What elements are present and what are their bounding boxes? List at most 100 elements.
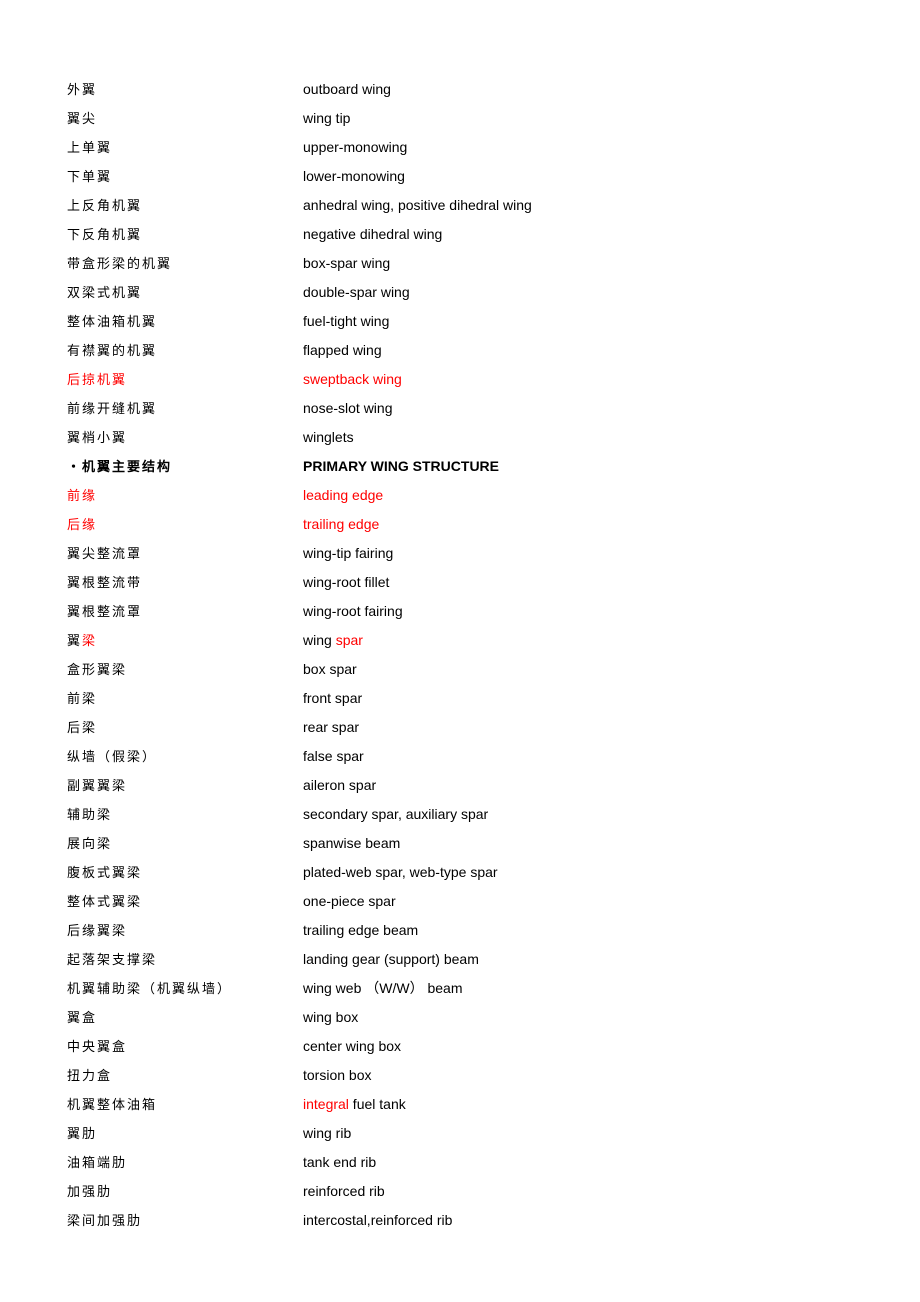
english-term: center wing box [303,1038,401,1054]
english-term: tank end rib [303,1154,376,1170]
glossary-row: 后缘翼梁 trailing edge beam [67,915,867,944]
term-text: landing gear (support) beam [303,950,479,967]
highlighted-text: sweptback wing [303,370,402,387]
english-term: wing-root fairing [303,603,403,619]
term-text: center wing box [303,1037,402,1054]
english-term: wing tip [303,110,350,126]
term-text: 梁间加强肋 [67,1214,143,1229]
english-term: anhedral wing, positive dihedral wing [303,197,532,213]
term-text: upper-monowing [303,138,408,155]
glossary-row: 双梁式机翼 double-spar wing [67,277,867,306]
section-heading-row: ・机翼主要结构 PRIMARY WING STRUCTURE [67,451,867,480]
chinese-term: 前梁 [67,688,303,707]
glossary-row: 纵墙（假梁） false spar [67,741,867,770]
term-text: aileron spar [303,776,377,793]
glossary-row: 有襟翼的机翼 flapped wing [67,335,867,364]
english-term: wing box [303,1009,358,1025]
highlighted-text: 前缘 [67,489,98,504]
chinese-term: 整体式翼梁 [67,891,303,910]
term-text: rear spar [303,718,360,735]
highlighted-text: 梁 [82,634,98,649]
term-text: 机翼整体油箱 [67,1098,158,1113]
glossary-row: 中央翼盒 center wing box [67,1031,867,1060]
glossary-row: 辅助梁 secondary spar, auxiliary spar [67,799,867,828]
term-text: trailing edge beam [303,921,419,938]
term-text: 翼尖整流罩 [67,547,143,562]
english-term: secondary spar, auxiliary spar [303,806,488,822]
term-text: 副翼翼梁 [67,779,128,794]
highlighted-text: integral [303,1095,349,1112]
term-text: fuel tank [348,1095,406,1112]
english-term: sweptback wing [303,371,402,387]
chinese-term: 翼根整流带 [67,572,303,591]
english-term: outboard wing [303,81,391,97]
term-text: outboard wing [303,80,391,97]
english-term: wing rib [303,1125,351,1141]
term-text: anhedral wing, positive dihedral wing [303,196,532,213]
glossary-row: 翼梁 wing spar [67,625,867,654]
term-text: box spar [303,660,357,677]
english-term: box-spar wing [303,255,390,271]
english-term: PRIMARY WING STRUCTURE [303,458,499,474]
chinese-term: 带盒形梁的机翼 [67,253,303,272]
english-term: intercostal,reinforced rib [303,1212,452,1228]
chinese-term: 外翼 [67,79,303,98]
term-text: 加强肋 [67,1185,113,1200]
term-text: wing rib [303,1124,352,1141]
english-term: landing gear (support) beam [303,951,479,967]
glossary-row: 翼盒 wing box [67,1002,867,1031]
glossary-row: 上反角机翼 anhedral wing, positive dihedral wi… [67,190,867,219]
term-text: tank end rib [303,1153,377,1170]
term-text: 纵墙（假梁） [67,750,158,765]
chinese-term: 翼根整流罩 [67,601,303,620]
glossary-row: 翼尖 wing tip [67,103,867,132]
term-text: one-piece spar [303,892,396,909]
glossary-row: 副翼翼梁 aileron spar [67,770,867,799]
term-text: 前缘开缝机翼 [67,402,158,417]
glossary-row: 机翼辅助梁（机翼纵墙） wing web （W/W） beam [67,973,867,1002]
english-term: torsion box [303,1067,371,1083]
chinese-term: 油箱端肋 [67,1152,303,1171]
english-term: front spar [303,690,362,706]
term-text: wing-root fillet [303,573,390,590]
glossary-row: 后掠机翼 sweptback wing [67,364,867,393]
term-text: plated-web spar, web-type spar [303,863,498,880]
chinese-term: 翼梁 [67,630,303,649]
term-text: flapped wing [303,341,382,358]
term-text: winglets [303,428,354,445]
highlighted-text: 后掠机翼 [67,373,128,388]
term-text: wing web （W/W） beam [303,979,463,996]
glossary-row: 整体式翼梁 one-piece spar [67,886,867,915]
english-term: flapped wing [303,342,382,358]
glossary-row: 整体油箱机翼 fuel-tight wing [67,306,867,335]
term-text: ・机翼主要结构 [67,460,173,475]
chinese-term: 翼肋 [67,1123,303,1142]
english-term: one-piece spar [303,893,396,909]
chinese-term: 扭力盒 [67,1065,303,1084]
english-term: double-spar wing [303,284,410,300]
term-text: 翼尖 [67,112,98,127]
term-text: 扭力盒 [67,1069,113,1084]
chinese-term: 展向梁 [67,833,303,852]
term-text: 翼根整流罩 [67,605,143,620]
english-term: fuel-tight wing [303,313,389,329]
highlighted-text: 后缘 [67,518,98,533]
term-text: 上单翼 [67,141,113,156]
term-text: double-spar wing [303,283,410,300]
chinese-term: 翼尖 [67,108,303,127]
chinese-term: 双梁式机翼 [67,282,303,301]
chinese-term: 后缘 [67,514,303,533]
term-text: PRIMARY WING STRUCTURE [303,457,499,474]
term-text: 翼盒 [67,1011,98,1026]
glossary-row: 翼尖整流罩 wing-tip fairing [67,538,867,567]
english-term: wing-tip fairing [303,545,393,561]
term-text: wing [303,631,336,648]
chinese-term: 盒形翼梁 [67,659,303,678]
term-text: 翼 [67,634,83,649]
term-text: secondary spar, auxiliary spar [303,805,489,822]
chinese-term: 加强肋 [67,1181,303,1200]
glossary-row: 扭力盒 torsion box [67,1060,867,1089]
english-term: plated-web spar, web-type spar [303,864,498,880]
term-text: 机翼辅助梁（机翼纵墙） [67,982,233,997]
term-text: 腹板式翼梁 [67,866,143,881]
